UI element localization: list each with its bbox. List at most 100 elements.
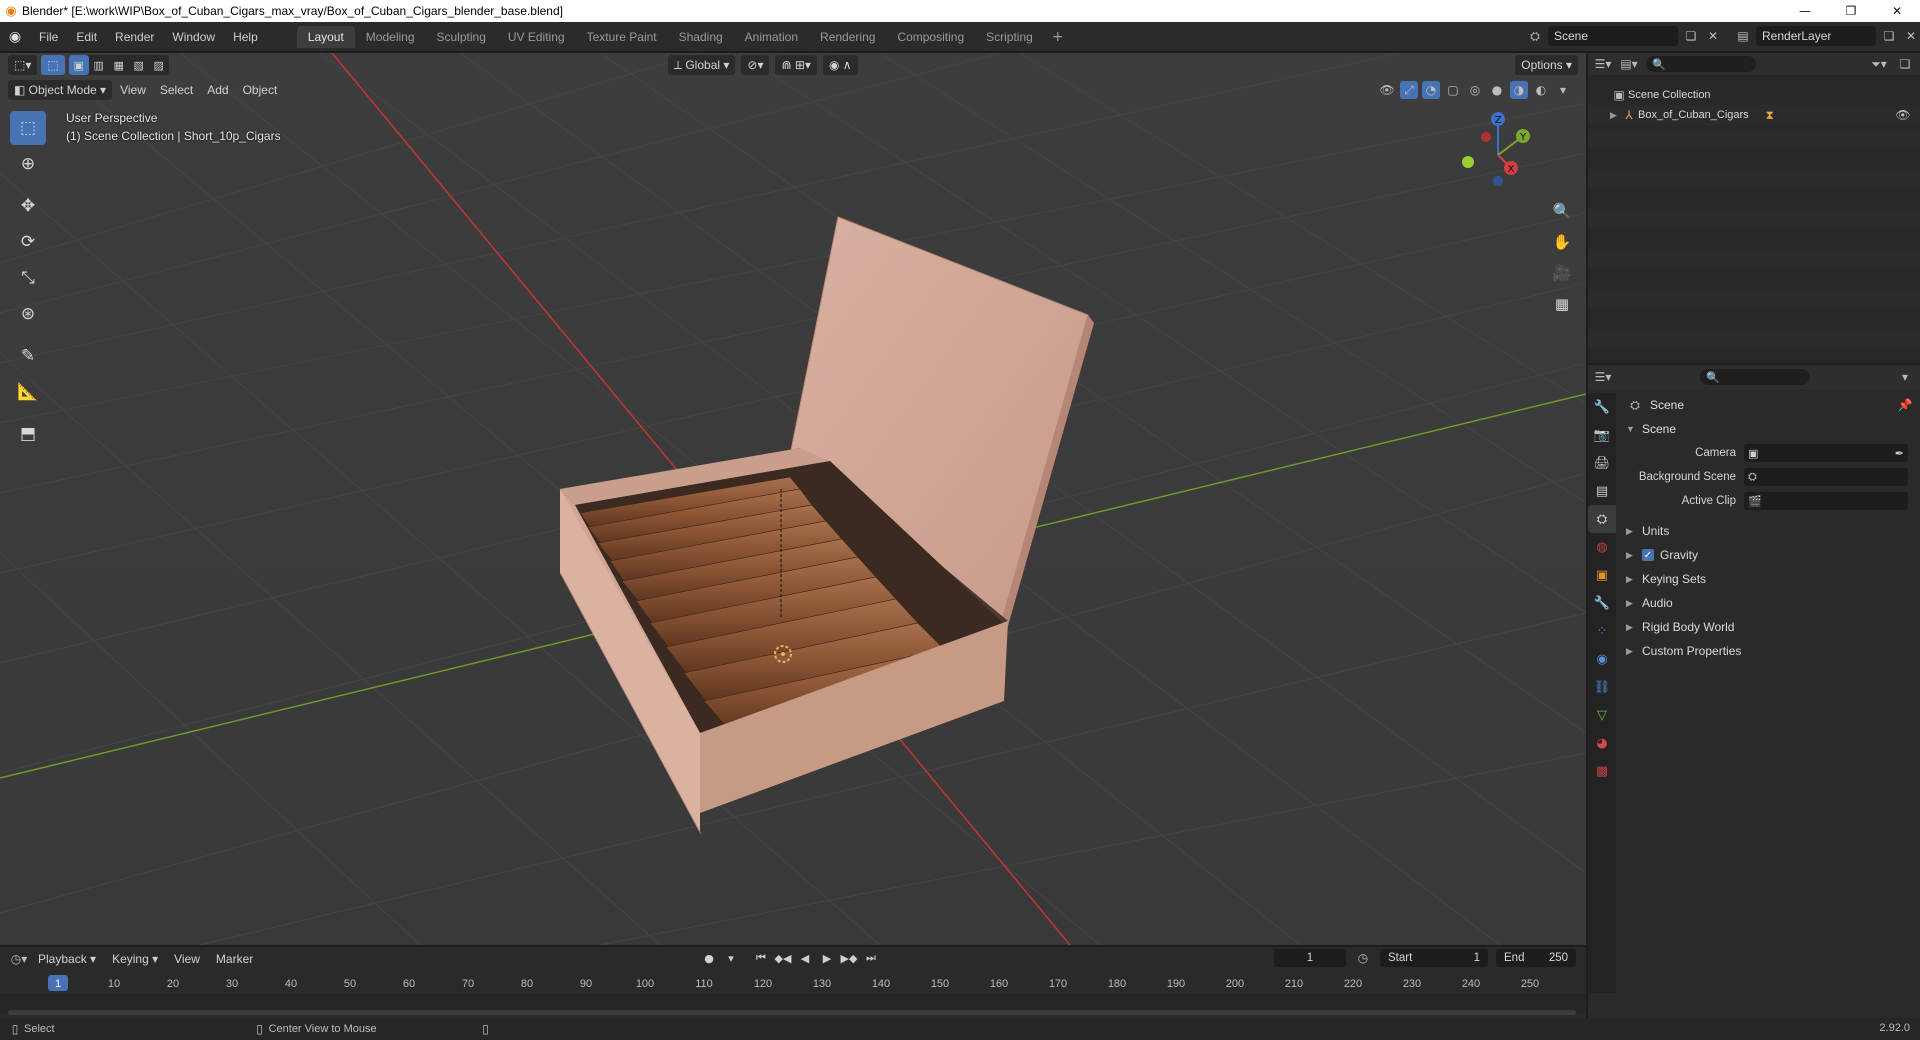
material-shading-icon[interactable]: ◑ [1510, 81, 1528, 99]
tab-modeling[interactable]: Modeling [355, 26, 426, 48]
menu-object[interactable]: Object [237, 80, 284, 100]
menu-file[interactable]: File [30, 26, 67, 48]
menu-help[interactable]: Help [224, 26, 267, 48]
move-tool-icon[interactable]: ✥ [10, 189, 46, 223]
select-subtract-icon[interactable]: ▦ [109, 55, 129, 75]
audio-panel[interactable]: ▶ Audio [1618, 591, 1918, 615]
tab-material-icon[interactable]: ◕ [1588, 729, 1616, 757]
solid-shading-icon[interactable]: ● [1488, 81, 1506, 99]
menu-select[interactable]: Select [154, 80, 199, 100]
gizmo-toggle-icon[interactable]: ⤢ [1400, 81, 1418, 99]
record-options-icon[interactable]: ▾ [722, 949, 740, 967]
tab-tool-icon[interactable]: 🔧 [1588, 393, 1616, 421]
filter-icon[interactable]: ⏷▾ [1870, 55, 1888, 73]
3d-viewport[interactable]: ⬚▾ ⬚ ▣ ▥ ▦ ▧ ▨ ⟂ Global ▾ ⊘▾ ⋒ ⊞▾ ◉ ∧ Op… [0, 53, 1586, 945]
xray-icon[interactable]: ▢ [1444, 81, 1462, 99]
tab-view-layer-icon[interactable]: ▤ [1588, 477, 1616, 505]
rendered-shading-icon[interactable]: ◐ [1532, 81, 1550, 99]
timeline-editor-type-icon[interactable]: ◷▾ [10, 950, 28, 968]
zoom-icon[interactable]: 🔍 [1548, 197, 1576, 225]
shading-options-icon[interactable]: ▾ [1554, 81, 1572, 99]
scene-section-header[interactable]: ▼ Scene [1618, 417, 1918, 441]
object-mode-dropdown[interactable]: ◧ Object Mode ▾ [8, 80, 113, 100]
background-scene-field[interactable]: ⛭ [1744, 468, 1908, 486]
clock-icon[interactable]: ◷ [1354, 949, 1372, 967]
tab-compositing[interactable]: Compositing [886, 26, 975, 48]
delete-view-layer-icon[interactable]: ✕ [1902, 27, 1920, 45]
current-frame-field[interactable]: 1 [1274, 949, 1346, 967]
active-clip-field[interactable]: 🎬 [1744, 492, 1908, 510]
rigid-body-world-panel[interactable]: ▶ Rigid Body World [1618, 615, 1918, 639]
measure-tool-icon[interactable]: 📐 [10, 375, 46, 409]
menu-timeline-view[interactable]: View [168, 949, 206, 969]
tab-particles-icon[interactable]: ⁘ [1588, 617, 1616, 645]
properties-options-icon[interactable]: ▾ [1896, 368, 1914, 386]
properties-editor-type-icon[interactable]: ☰▾ [1594, 368, 1612, 386]
overlay-toggle-icon[interactable]: ◔ [1422, 81, 1440, 99]
cursor-tool-icon[interactable]: ⊕ [10, 147, 46, 181]
expand-arrow-icon[interactable]: ▶ [1610, 110, 1620, 121]
select-tool-icon[interactable]: ⬚ [41, 55, 65, 75]
record-icon[interactable]: ● [700, 949, 718, 967]
menu-window[interactable]: Window [163, 26, 224, 48]
annotate-tool-icon[interactable]: ✎ [10, 339, 46, 373]
minimize-button[interactable]: — [1782, 0, 1828, 22]
outliner-item[interactable]: ▶ ⅄ Box_of_Cuban_Cigars ⧗ 👁 [1588, 105, 1920, 125]
timeline-ruler[interactable]: 1 10 20 30 40 50 60 70 80 90 100 110 120 130 140 150 160… [0, 973, 1586, 993]
transform-tool-icon[interactable]: ⊛ [10, 297, 46, 331]
tab-physics-icon[interactable]: ◉ [1588, 645, 1616, 673]
ortho-toggle-icon[interactable]: ▦ [1548, 290, 1576, 318]
jump-end-icon[interactable]: ⏭ [862, 949, 880, 967]
menu-edit[interactable]: Edit [67, 26, 106, 48]
eye-visibility-icon[interactable]: 👁 [1894, 106, 1912, 124]
editor-type-icon[interactable]: ⬚▾ [8, 55, 38, 75]
tab-shading[interactable]: Shading [668, 26, 734, 48]
camera-view-icon[interactable]: 🎥 [1548, 259, 1576, 287]
tab-layout[interactable]: Layout [296, 25, 355, 48]
eyedropper-icon[interactable]: ✒ [1895, 447, 1904, 460]
tab-constraints-icon[interactable]: ⛓ [1588, 673, 1616, 701]
pan-hand-icon[interactable]: ✋ [1548, 228, 1576, 256]
display-mode-icon[interactable]: ▤▾ [1620, 55, 1638, 73]
tab-scripting[interactable]: Scripting [975, 26, 1044, 48]
tab-data-icon[interactable]: ▽ [1588, 701, 1616, 729]
select-extend-icon[interactable]: ▥ [89, 55, 109, 75]
tab-uv-editing[interactable]: UV Editing [497, 26, 576, 48]
delete-scene-icon[interactable]: ✕ [1704, 27, 1722, 45]
wireframe-shading-icon[interactable]: ◎ [1466, 81, 1484, 99]
menu-playback[interactable]: Playback ▾ [32, 949, 102, 969]
jump-keyframe-back-icon[interactable]: ◆◀ [774, 949, 792, 967]
outliner-scene-collection[interactable]: ▣ Scene Collection [1588, 85, 1920, 105]
menu-view[interactable]: View [114, 80, 152, 100]
outliner-editor-type-icon[interactable]: ☰▾ [1594, 55, 1612, 73]
tab-render-icon[interactable]: 📷 [1588, 421, 1616, 449]
pivot-point-icon[interactable]: ⊘▾ [741, 55, 770, 75]
menu-marker[interactable]: Marker [210, 949, 259, 969]
select-intersect-icon[interactable]: ▨ [149, 55, 169, 75]
tab-texture-paint[interactable]: Texture Paint [576, 26, 668, 48]
scale-tool-icon[interactable]: ⤡ [10, 261, 46, 295]
select-invert-icon[interactable]: ▧ [129, 55, 149, 75]
tab-sculpting[interactable]: Sculpting [426, 26, 497, 48]
navigation-gizmo[interactable]: Z Y X [1446, 109, 1546, 199]
tab-modifiers-icon[interactable]: 🔧 [1588, 589, 1616, 617]
blender-menu-icon[interactable]: ◉ [0, 29, 30, 45]
options-dropdown[interactable]: Options ▾ [1515, 55, 1578, 75]
jump-keyframe-forward-icon[interactable]: ▶◆ [840, 949, 858, 967]
properties-search-input[interactable]: 🔍 [1700, 369, 1810, 385]
visibility-icon[interactable]: 👁 [1378, 81, 1396, 99]
gravity-panel[interactable]: ▶ ✓ Gravity [1618, 543, 1918, 567]
tab-output-icon[interactable]: 🖨 [1588, 449, 1616, 477]
view-layer-icon[interactable]: ▤ [1734, 27, 1752, 45]
gravity-checkbox[interactable]: ✓ [1642, 549, 1654, 561]
tab-texture-icon[interactable]: ▩ [1588, 757, 1616, 785]
new-scene-icon[interactable]: ❏ [1682, 27, 1700, 45]
jump-start-icon[interactable]: ⏮ [752, 949, 770, 967]
camera-field[interactable]: ▣ ✒ [1744, 444, 1908, 462]
tab-rendering[interactable]: Rendering [809, 26, 886, 48]
outliner-search-input[interactable]: 🔍 [1646, 56, 1756, 72]
select-new-icon[interactable]: ▣ [68, 55, 89, 75]
custom-properties-panel[interactable]: ▶ Custom Properties [1618, 639, 1918, 663]
tab-animation[interactable]: Animation [734, 26, 809, 48]
add-cube-tool-icon[interactable]: ⬒ [10, 417, 46, 451]
